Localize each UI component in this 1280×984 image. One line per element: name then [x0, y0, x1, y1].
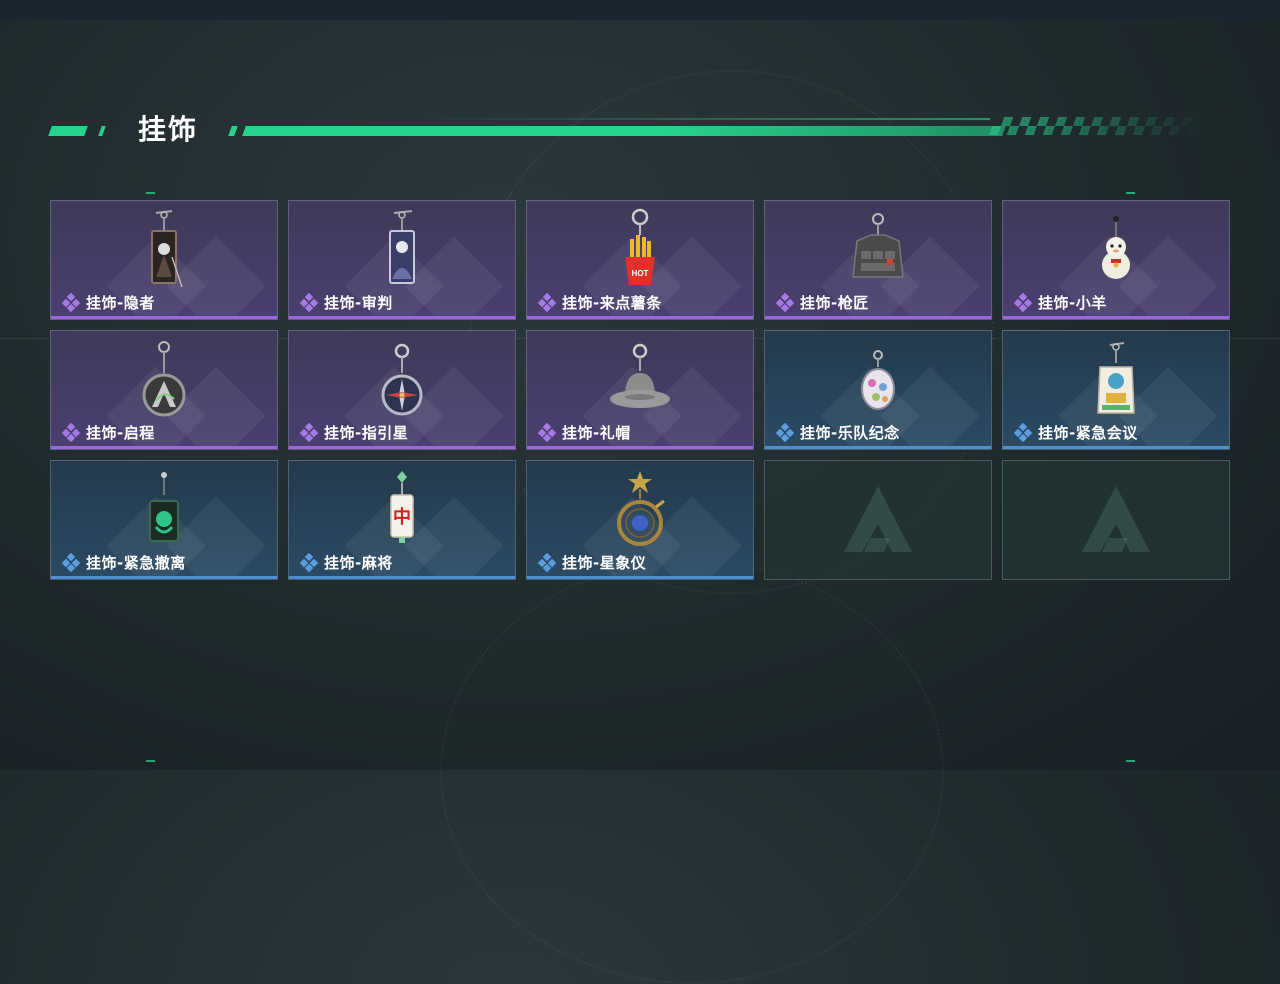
rarity-underbar	[527, 446, 753, 449]
rarity-underbar	[51, 446, 277, 449]
corner-tick	[1126, 760, 1135, 762]
charm-grid: 挂饰-隐者 挂饰-审判 HOT 挂饰-来点薯条 挂饰-枪匠 挂饰-小羊 挂饰-启…	[50, 200, 1230, 580]
charm-card-guiding-star[interactable]: 挂饰-指引星	[288, 330, 516, 450]
game-logo-icon	[1082, 486, 1150, 552]
little-sheep-charm-icon	[1102, 216, 1130, 279]
tarot-card-hermit-charm-icon	[151, 210, 183, 287]
header-checker-pattern	[988, 117, 1204, 135]
mahjong-tile-charm-icon: 中	[390, 471, 414, 543]
rarity-diamond-icon	[299, 422, 319, 442]
rarity-diamond-icon	[1013, 422, 1033, 442]
rarity-diamond-icon	[775, 422, 795, 442]
rarity-diamond-icon	[61, 422, 81, 442]
header-thin-line	[420, 118, 990, 120]
rarity-underbar	[51, 576, 277, 579]
charm-card-label: 挂饰-星象仪	[537, 552, 646, 573]
rarity-diamond-icon	[299, 552, 319, 572]
charm-card-label: 挂饰-礼帽	[537, 422, 631, 443]
departure-emblem-charm-icon	[142, 341, 186, 417]
background-ring	[440, 560, 944, 984]
page-title: 挂饰	[138, 113, 199, 146]
charm-card-label: 挂饰-紧急会议	[1013, 422, 1138, 443]
charm-card-label: 挂饰-紧急撤离	[61, 552, 186, 573]
charm-card-label: 挂饰-小羊	[1013, 292, 1107, 313]
charm-name: 挂饰-指引星	[324, 424, 409, 442]
charm-card-hat[interactable]: 挂饰-礼帽	[526, 330, 754, 450]
rarity-underbar	[51, 316, 277, 319]
charm-card-band[interactable]: 挂饰-乐队纪念	[764, 330, 992, 450]
charm-card-fries[interactable]: HOT 挂饰-来点薯条	[526, 200, 754, 320]
charm-name: 挂饰-星象仪	[562, 554, 647, 572]
charm-card-label: 挂饰-麻将	[299, 552, 393, 573]
rarity-diamond-icon	[61, 552, 81, 572]
charm-card-emergency-evacuation[interactable]: 挂饰-紧急撤离	[50, 460, 278, 580]
rarity-underbar	[289, 316, 515, 319]
rarity-underbar	[289, 576, 515, 579]
header-accent-bar	[48, 126, 88, 136]
rarity-diamond-icon	[537, 292, 557, 312]
rarity-underbar	[289, 446, 515, 449]
french-fries-charm-icon: HOT	[625, 208, 655, 285]
emergency-meeting-charm-icon	[1097, 342, 1135, 414]
fedora-hat-charm-icon	[610, 343, 670, 408]
charm-card-judgement[interactable]: 挂饰-审判	[288, 200, 516, 320]
header-accent-bar	[228, 126, 238, 136]
tarot-card-judgement-charm-icon	[389, 210, 415, 284]
rarity-underbar	[765, 316, 991, 319]
emergency-evacuation-charm-icon	[149, 472, 179, 542]
charm-card-label: 挂饰-枪匠	[775, 292, 869, 313]
charm-name: 挂饰-审判	[324, 294, 393, 312]
gunsmith-vest-charm-icon	[852, 213, 904, 278]
rarity-underbar	[765, 446, 991, 449]
rarity-underbar	[527, 316, 753, 319]
rarity-diamond-icon	[537, 552, 557, 572]
guiding-star-compass-charm-icon	[381, 343, 423, 416]
game-logo-icon	[844, 486, 912, 552]
rarity-diamond-icon	[537, 422, 557, 442]
charm-card-label: 挂饰-隐者	[61, 292, 155, 313]
rarity-diamond-icon	[61, 292, 81, 312]
charm-card-label: 挂饰-乐队纪念	[775, 422, 900, 443]
charm-name: 挂饰-枪匠	[800, 294, 869, 312]
charm-name: 挂饰-来点薯条	[562, 294, 662, 312]
fries-box-text: HOT	[632, 269, 649, 278]
charm-card-astrolabe[interactable]: 挂饰-星象仪	[526, 460, 754, 580]
top-bar	[0, 0, 1280, 20]
charm-card-label: 挂饰-来点薯条	[537, 292, 662, 313]
rarity-diamond-icon	[1013, 292, 1033, 312]
charm-name: 挂饰-启程	[86, 424, 155, 442]
rarity-underbar	[527, 576, 753, 579]
rarity-underbar	[1003, 446, 1229, 449]
charm-name: 挂饰-乐队纪念	[800, 424, 900, 442]
charm-card-departure[interactable]: 挂饰-启程	[50, 330, 278, 450]
rarity-diamond-icon	[299, 292, 319, 312]
empty-slot	[764, 460, 992, 580]
charm-name: 挂饰-麻将	[324, 554, 393, 572]
rarity-underbar	[1003, 316, 1229, 319]
charm-card-label: 挂饰-指引星	[299, 422, 408, 443]
corner-tick	[146, 192, 155, 194]
astrolabe-charm-icon	[617, 471, 665, 546]
charm-name: 挂饰-礼帽	[562, 424, 631, 442]
charm-name: 挂饰-紧急撤离	[86, 554, 186, 572]
charm-name: 挂饰-隐者	[86, 294, 155, 312]
charm-card-mahjong[interactable]: 中 挂饰-麻将	[288, 460, 516, 580]
charm-card-label: 挂饰-审判	[299, 292, 393, 313]
header-accent-bar	[98, 126, 106, 136]
corner-tick	[146, 760, 155, 762]
corner-tick	[1126, 192, 1135, 194]
charm-name: 挂饰-小羊	[1038, 294, 1107, 312]
charm-card-label: 挂饰-启程	[61, 422, 155, 443]
charm-name: 挂饰-紧急会议	[1038, 424, 1138, 442]
header-accent-line	[242, 126, 1006, 136]
mahjong-tile-text: 中	[393, 506, 411, 528]
charm-card-sheep[interactable]: 挂饰-小羊	[1002, 200, 1230, 320]
band-badge-charm-icon	[861, 350, 895, 410]
charm-card-emergency-meeting[interactable]: 挂饰-紧急会议	[1002, 330, 1230, 450]
rarity-diamond-icon	[775, 292, 795, 312]
empty-slot	[1002, 460, 1230, 580]
charm-card-gunsmith[interactable]: 挂饰-枪匠	[764, 200, 992, 320]
charm-card-hermit[interactable]: 挂饰-隐者	[50, 200, 278, 320]
